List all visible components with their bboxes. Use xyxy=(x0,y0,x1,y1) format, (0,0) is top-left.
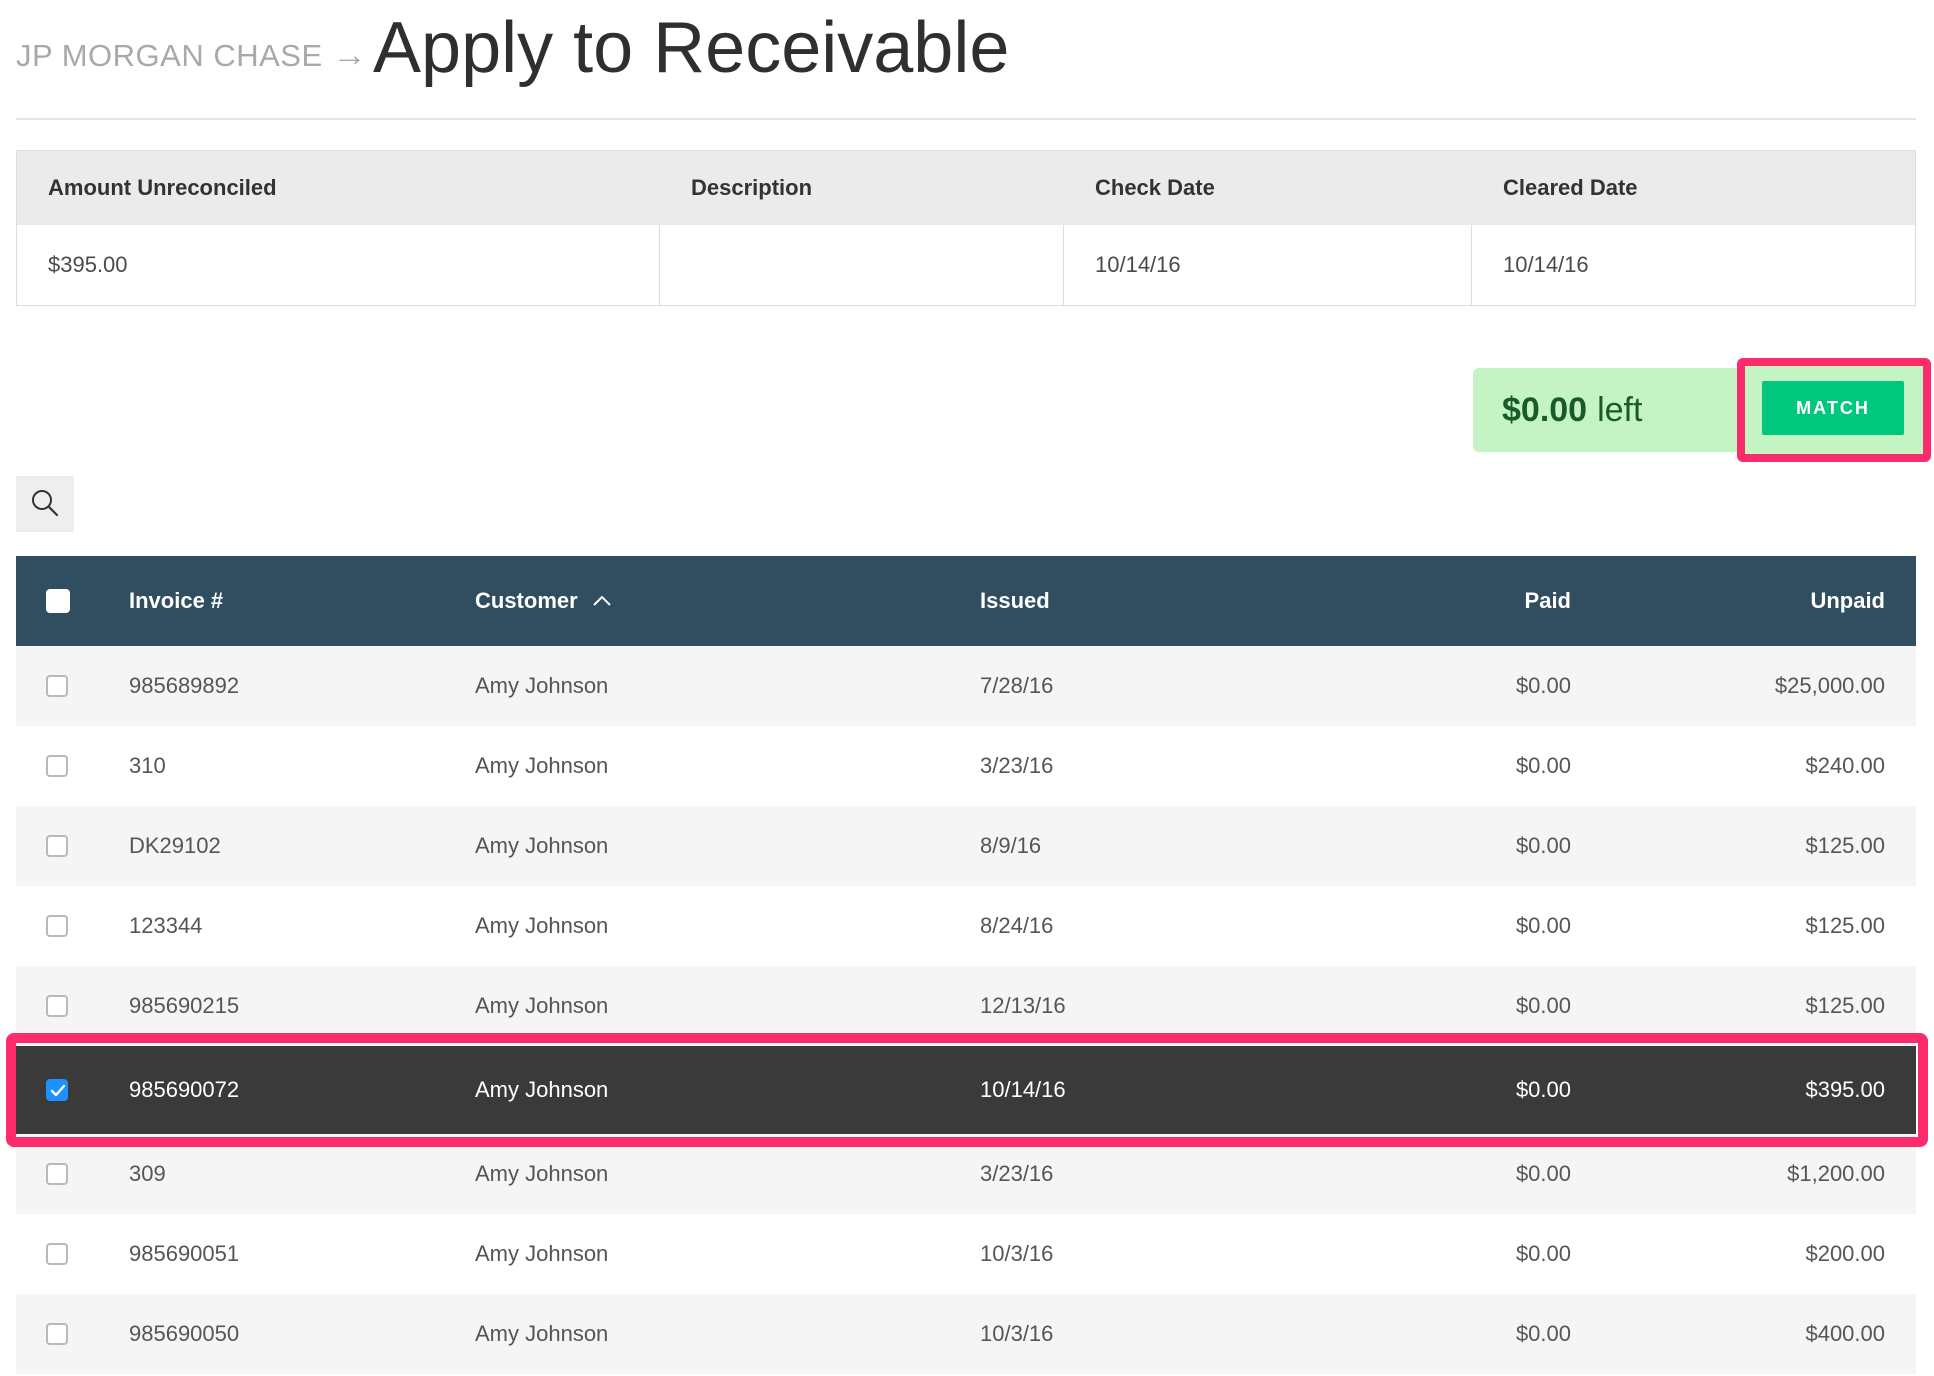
column-header-issued[interactable]: Issued xyxy=(980,588,1330,614)
invoice-number: 310 xyxy=(129,753,166,778)
unpaid-amount: $395.00 xyxy=(1805,1077,1885,1102)
customer-name: Amy Johnson xyxy=(475,753,609,778)
customer-name: Amy Johnson xyxy=(475,1241,609,1266)
unpaid-amount: $200.00 xyxy=(1805,1241,1885,1266)
customer-name: Amy Johnson xyxy=(475,673,609,698)
check-icon xyxy=(50,1084,66,1097)
paid-amount: $0.00 xyxy=(1515,1161,1571,1186)
row-checkbox[interactable] xyxy=(46,915,68,937)
arrow-right-icon: → xyxy=(332,36,368,74)
table-row[interactable]: DK29102 Amy Johnson 8/9/16 $0.00 $125.00 xyxy=(16,806,1916,886)
customer-name: Amy Johnson xyxy=(475,993,609,1018)
issued-date: 10/3/16 xyxy=(980,1321,1054,1346)
summary-value-check-date: 10/14/16 xyxy=(1064,225,1472,305)
issued-date: 7/28/16 xyxy=(980,673,1054,698)
unpaid-amount: $400.00 xyxy=(1805,1321,1885,1346)
column-header-customer[interactable]: Customer xyxy=(475,588,980,614)
search-button[interactable] xyxy=(16,476,74,532)
customer-name: Amy Johnson xyxy=(475,1077,609,1102)
table-row[interactable]: 985690051 Amy Johnson 10/3/16 $0.00 $200… xyxy=(16,1214,1916,1294)
invoices-header-row: Invoice # Customer Issued Paid Unpaid xyxy=(16,556,1916,646)
invoice-number: 985690215 xyxy=(129,993,240,1018)
table-row[interactable]: 310 Amy Johnson 3/23/16 $0.00 $240.00 xyxy=(16,726,1916,806)
row-checkbox[interactable] xyxy=(46,995,68,1017)
summary-header-amount: Amount Unreconciled xyxy=(48,175,277,200)
page-header: JP MORGAN CHASE → Apply to Receivable xyxy=(16,0,1916,120)
customer-name: Amy Johnson xyxy=(475,1321,609,1346)
issued-date: 12/13/16 xyxy=(980,993,1066,1018)
table-row[interactable]: 985689892 Amy Johnson 7/28/16 $0.00 $25,… xyxy=(16,646,1916,726)
issued-date: 3/23/16 xyxy=(980,753,1054,778)
summary-value-row: $395.00 10/14/16 10/14/16 xyxy=(17,225,1915,305)
invoice-number: 985690072 xyxy=(129,1077,240,1102)
invoice-number: 985690051 xyxy=(129,1241,240,1266)
paid-amount: $0.00 xyxy=(1515,673,1571,698)
paid-amount: $0.00 xyxy=(1515,1321,1571,1346)
table-row[interactable]: 309 Amy Johnson 3/23/16 $0.00 $1,200.00 xyxy=(16,1134,1916,1214)
issued-date: 3/23/16 xyxy=(980,1161,1054,1186)
paid-amount: $0.00 xyxy=(1515,993,1571,1018)
paid-amount: $0.00 xyxy=(1515,833,1571,858)
column-header-paid[interactable]: Paid xyxy=(1330,588,1571,614)
chevron-up-icon xyxy=(592,595,612,607)
remaining-amount: $0.00 xyxy=(1502,390,1588,429)
unpaid-amount: $25,000.00 xyxy=(1774,673,1885,698)
paid-amount: $0.00 xyxy=(1515,1077,1571,1102)
unpaid-amount: $125.00 xyxy=(1805,833,1885,858)
unpaid-amount: $1,200.00 xyxy=(1787,1161,1885,1186)
customer-name: Amy Johnson xyxy=(475,913,609,938)
customer-name: Amy Johnson xyxy=(475,833,609,858)
row-checkbox[interactable] xyxy=(46,675,68,697)
invoice-number: 123344 xyxy=(129,913,203,938)
invoice-number: 985689892 xyxy=(129,673,240,698)
summary-header-row: Amount Unreconciled Description Check Da… xyxy=(17,151,1915,225)
table-row[interactable]: 123344 Amy Johnson 8/24/16 $0.00 $125.00 xyxy=(16,886,1916,966)
transaction-summary-table: Amount Unreconciled Description Check Da… xyxy=(16,150,1916,306)
remaining-balance-badge: $0.00 left xyxy=(1473,368,1743,452)
paid-amount: $0.00 xyxy=(1515,753,1571,778)
summary-value-amount: $395.00 xyxy=(17,225,660,305)
unpaid-amount: $125.00 xyxy=(1805,913,1885,938)
row-checkbox-checked[interactable] xyxy=(46,1079,68,1101)
summary-value-cleared-date: 10/14/16 xyxy=(1503,252,1589,277)
issued-date: 10/3/16 xyxy=(980,1241,1054,1266)
invoice-number: 309 xyxy=(129,1161,166,1186)
row-checkbox[interactable] xyxy=(46,835,68,857)
column-header-unpaid[interactable]: Unpaid xyxy=(1571,588,1885,614)
column-header-customer-label: Customer xyxy=(475,588,578,613)
row-checkbox[interactable] xyxy=(46,755,68,777)
row-checkbox[interactable] xyxy=(46,1163,68,1185)
summary-value-description xyxy=(660,225,1064,305)
table-row[interactable]: 985690215 Amy Johnson 12/13/16 $0.00 $12… xyxy=(16,966,1916,1046)
breadcrumb-account[interactable]: JP MORGAN CHASE xyxy=(16,38,323,74)
summary-header-check-date: Check Date xyxy=(1095,175,1215,200)
paid-amount: $0.00 xyxy=(1515,913,1571,938)
page-title: Apply to Receivable xyxy=(373,8,1010,88)
select-all-checkbox[interactable] xyxy=(46,589,70,613)
search-icon xyxy=(30,488,60,521)
summary-header-cleared-date: Cleared Date xyxy=(1503,175,1638,200)
table-row-selected[interactable]: 985690072 Amy Johnson 10/14/16 $0.00 $39… xyxy=(16,1046,1916,1134)
issued-date: 8/24/16 xyxy=(980,913,1054,938)
match-button[interactable]: MATCH xyxy=(1762,381,1904,435)
issued-date: 10/14/16 xyxy=(980,1077,1066,1102)
row-checkbox[interactable] xyxy=(46,1323,68,1345)
customer-name: Amy Johnson xyxy=(475,1161,609,1186)
breadcrumb[interactable]: JP MORGAN CHASE → xyxy=(16,36,367,75)
invoice-number: 985690050 xyxy=(129,1321,240,1346)
column-header-invoice[interactable]: Invoice # xyxy=(129,588,475,614)
paid-amount: $0.00 xyxy=(1515,1241,1571,1266)
issued-date: 8/9/16 xyxy=(980,833,1042,858)
invoices-table: Invoice # Customer Issued Paid Unpaid 98… xyxy=(16,556,1916,1374)
unpaid-amount: $125.00 xyxy=(1805,993,1885,1018)
remaining-label: left xyxy=(1597,390,1643,429)
invoice-number: DK29102 xyxy=(129,833,221,858)
table-row[interactable]: 985690050 Amy Johnson 10/3/16 $0.00 $400… xyxy=(16,1294,1916,1374)
summary-header-description: Description xyxy=(691,175,813,200)
unpaid-amount: $240.00 xyxy=(1805,753,1885,778)
row-checkbox[interactable] xyxy=(46,1243,68,1265)
